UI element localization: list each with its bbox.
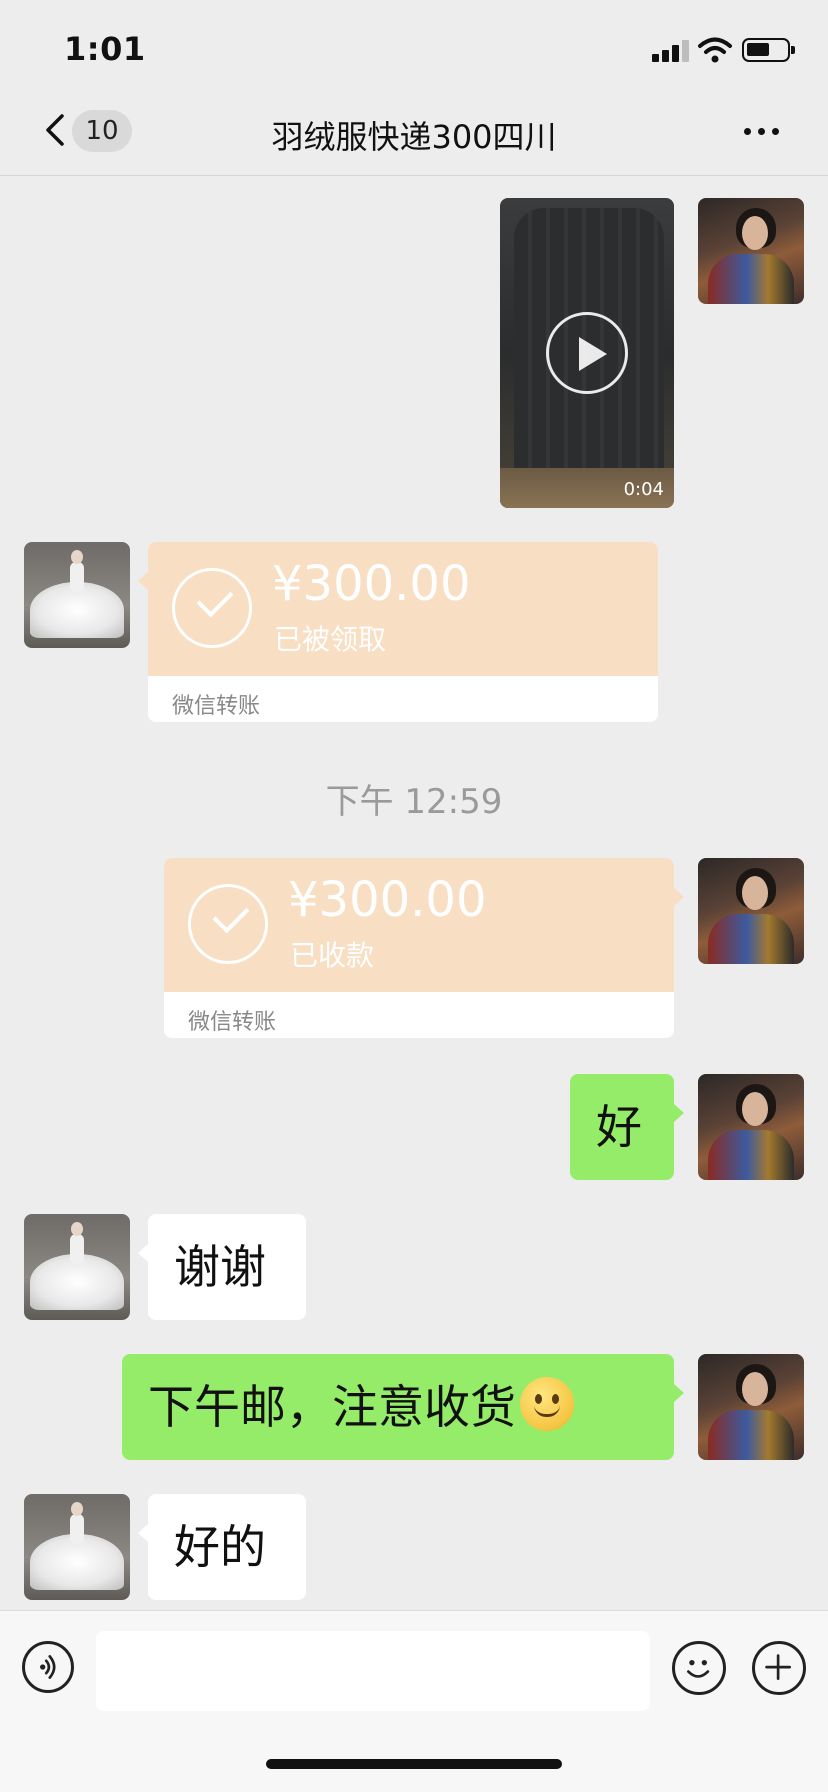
message-bubble-me[interactable]: 下午邮，注意收货 <box>122 1354 674 1460</box>
transfer-amount: ¥300.00 <box>272 556 471 612</box>
video-duration: 0:04 <box>623 479 664 500</box>
voice-icon[interactable] <box>22 1641 74 1693</box>
message-input[interactable] <box>96 1631 650 1711</box>
avatar-me[interactable] <box>698 1074 804 1180</box>
transfer-card-collected[interactable]: ¥300.00 已收款 微信转账 <box>164 858 674 1038</box>
avatar-me[interactable] <box>698 858 804 964</box>
home-indicator <box>266 1759 562 1769</box>
transfer-label: 微信转账 <box>172 694 261 719</box>
check-circle-icon <box>188 884 268 964</box>
message-bubble-contact[interactable]: 好的 <box>148 1494 306 1600</box>
check-circle-icon <box>172 568 252 648</box>
message-bubble-contact[interactable]: 谢谢 <box>148 1214 306 1320</box>
chat-title: 羽绒服快递300四川 <box>271 118 557 156</box>
chat-header: 10 羽绒服快递300四川 <box>0 96 828 176</box>
more-dots-icon[interactable] <box>742 122 782 142</box>
transfer-status: 已被领取 <box>274 623 387 656</box>
status-bar: 1:01 <box>0 0 828 96</box>
smile-emoji-icon <box>520 1377 574 1431</box>
time-separator: 下午 12:59 <box>325 782 503 822</box>
play-icon[interactable] <box>546 312 628 394</box>
battery-icon <box>742 38 795 62</box>
avatar-contact[interactable] <box>24 542 130 648</box>
avatar-me[interactable] <box>698 1354 804 1460</box>
plus-icon[interactable] <box>752 1641 806 1695</box>
signal-icon <box>652 40 690 62</box>
transfer-amount: ¥300.00 <box>288 872 487 928</box>
message-bubble-me[interactable]: 好 <box>570 1074 674 1180</box>
avatar-contact[interactable] <box>24 1494 130 1600</box>
wifi-icon <box>698 37 732 63</box>
emoji-icon[interactable] <box>672 1641 726 1695</box>
input-bar <box>0 1610 828 1792</box>
avatar-me[interactable] <box>698 198 804 304</box>
video-message[interactable]: 0:04 <box>500 198 674 508</box>
transfer-label: 微信转账 <box>188 1010 277 1035</box>
transfer-status: 已收款 <box>290 939 375 972</box>
avatar-contact[interactable] <box>24 1214 130 1320</box>
transfer-card-received[interactable]: ¥300.00 已被领取 微信转账 <box>148 542 658 722</box>
status-time: 1:01 <box>64 30 146 68</box>
message-text: 下午邮，注意收货 <box>148 1380 516 1434</box>
